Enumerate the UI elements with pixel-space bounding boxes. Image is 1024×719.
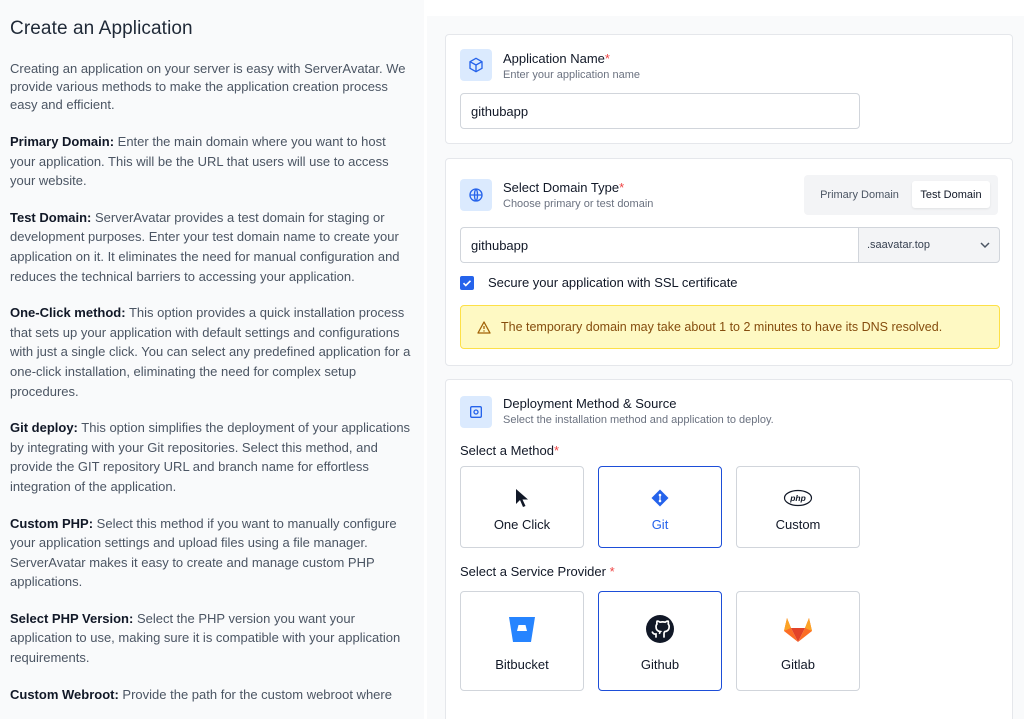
help-term: Select PHP Version: bbox=[10, 610, 134, 626]
help-section-primary-domain: Primary Domain: Enter the main domain wh… bbox=[10, 132, 414, 191]
warning-icon bbox=[477, 320, 491, 334]
provider-bitbucket[interactable]: Bitbucket bbox=[460, 591, 584, 691]
help-term: Git deploy: bbox=[10, 420, 78, 436]
provider-label-bitbucket: Bitbucket bbox=[495, 656, 549, 672]
app-name-input[interactable]: githubapp bbox=[460, 93, 860, 129]
method-label-git: Git bbox=[651, 516, 669, 532]
github-icon bbox=[645, 611, 675, 647]
globe-icon bbox=[460, 179, 492, 211]
help-term: Primary Domain: bbox=[10, 134, 115, 149]
required-mark: * bbox=[619, 180, 625, 195]
tab-test-domain[interactable]: Test Domain bbox=[912, 181, 990, 208]
domain-name-input[interactable]: githubapp bbox=[460, 227, 858, 263]
method-label-custom: Custom bbox=[775, 516, 821, 532]
domain-suffix-value: .saavatar.top bbox=[867, 239, 930, 251]
help-term: Test Domain: bbox=[10, 209, 92, 225]
deployment-title: Deployment Method & Source bbox=[503, 396, 677, 411]
domain-type-toggle: Primary Domain Test Domain bbox=[804, 175, 998, 215]
php-icon: php bbox=[783, 483, 813, 513]
deployment-card: Deployment Method & Source Select the in… bbox=[445, 379, 1013, 719]
tab-primary-domain[interactable]: Primary Domain bbox=[812, 181, 907, 208]
help-section-test-domain: Test Domain: ServerAvatar provides a tes… bbox=[10, 208, 414, 286]
method-label: Select a Method* bbox=[460, 443, 560, 458]
dns-notice: The temporary domain may take about 1 to… bbox=[460, 305, 1000, 349]
app-name-subtitle: Enter your application name bbox=[503, 69, 640, 81]
method-one-click[interactable]: One Click bbox=[460, 466, 584, 548]
deployment-subtitle: Select the installation method and appli… bbox=[503, 414, 774, 426]
domain-type-subtitle: Choose primary or test domain bbox=[503, 198, 654, 210]
domain-type-title: Select Domain Type* bbox=[503, 180, 625, 195]
help-term: Custom PHP: bbox=[10, 515, 94, 531]
required-mark: * bbox=[553, 443, 560, 458]
bitbucket-icon bbox=[507, 611, 537, 647]
deploy-icon bbox=[460, 396, 492, 428]
help-section-custom-webroot: Custom Webroot: Provide the path for the… bbox=[10, 685, 414, 705]
help-section-git-deploy: Git deploy: This option simplifies the d… bbox=[10, 418, 414, 496]
required-mark: * bbox=[604, 51, 610, 66]
help-title: Create an Application bbox=[10, 18, 193, 39]
method-custom[interactable]: php Custom bbox=[736, 466, 860, 548]
provider-gitlab[interactable]: Gitlab bbox=[736, 591, 860, 691]
provider-label-gitlab: Gitlab bbox=[781, 656, 815, 672]
help-intro: Creating an application on your server i… bbox=[10, 61, 406, 112]
dns-notice-text: The temporary domain may take about 1 to… bbox=[501, 320, 943, 334]
help-section-php-version: Select PHP Version: Select the PHP versi… bbox=[10, 609, 414, 668]
help-text: Provide the path for the custom webroot … bbox=[118, 686, 392, 702]
ssl-checkbox-label[interactable]: Secure your application with SSL certifi… bbox=[488, 275, 738, 290]
help-term: One-Click method: bbox=[10, 305, 126, 321]
method-git[interactable]: Git bbox=[598, 466, 722, 548]
svg-text:php: php bbox=[789, 493, 806, 503]
help-term: Custom Webroot: bbox=[10, 686, 119, 702]
app-name-title: Application Name* bbox=[503, 51, 610, 66]
domain-suffix-select[interactable]: .saavatar.top bbox=[858, 227, 1000, 263]
provider-label: Select a Service Provider * bbox=[460, 564, 615, 579]
required-mark: * bbox=[609, 564, 615, 579]
gitlab-icon bbox=[782, 611, 814, 647]
chevron-down-icon bbox=[979, 239, 991, 254]
application-form: Application Name* Enter your application… bbox=[427, 16, 1024, 719]
provider-label-github: Github bbox=[640, 656, 680, 672]
help-section-one-click: One-Click method: This option provides a… bbox=[10, 303, 414, 401]
ssl-checkbox[interactable] bbox=[460, 276, 474, 290]
domain-card: Select Domain Type* Choose primary or te… bbox=[445, 158, 1013, 366]
help-panel: Create an Application Creating an applic… bbox=[0, 0, 424, 719]
provider-github[interactable]: Github bbox=[598, 591, 722, 691]
cursor-icon bbox=[514, 483, 530, 513]
method-label-one-click: One Click bbox=[493, 516, 551, 532]
app-name-card: Application Name* Enter your application… bbox=[445, 34, 1013, 144]
git-icon bbox=[650, 483, 670, 513]
help-section-custom-php: Custom PHP: Select this method if you wa… bbox=[10, 514, 414, 592]
cube-icon bbox=[460, 49, 492, 81]
